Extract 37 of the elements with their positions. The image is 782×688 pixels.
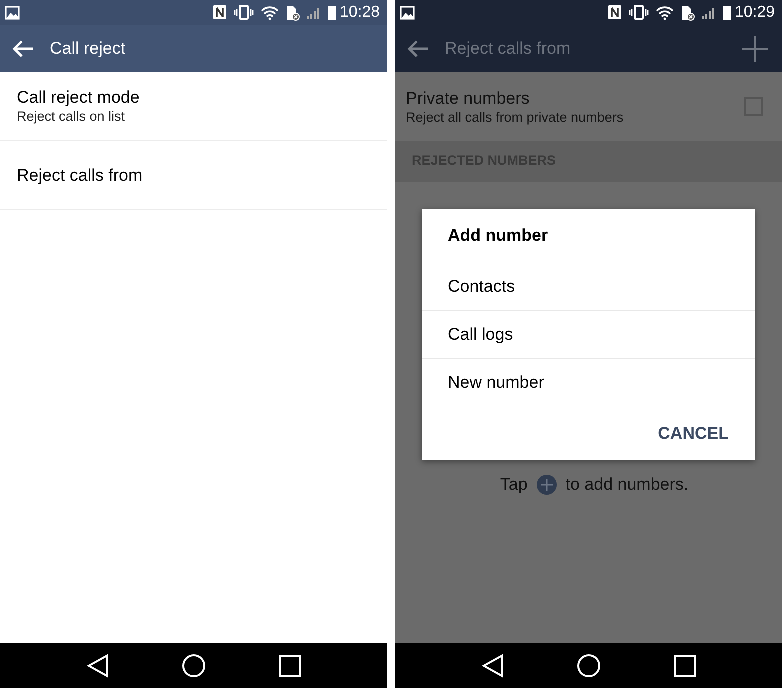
- image-icon: [5, 6, 20, 20]
- sim-card-icon: [680, 4, 695, 20]
- nfc-icon: [212, 5, 227, 20]
- clock: 10:29: [734, 4, 775, 20]
- clock: 10:28: [340, 4, 380, 20]
- back-arrow-icon[interactable]: [407, 40, 429, 58]
- hint-text: to add numbers.: [566, 474, 689, 496]
- toolbar-title: Reject calls from: [445, 38, 572, 60]
- back-nav-icon[interactable]: [482, 654, 504, 678]
- settings-item[interactable]: Private numbers Reject all calls from private numbers: [395, 72, 782, 141]
- cancel-button[interactable]: CANCEL: [658, 420, 729, 446]
- wifi-icon: [656, 6, 674, 20]
- settings-item[interactable]: Call reject mode Reject calls on list: [0, 72, 387, 141]
- add-circle-icon: [536, 474, 557, 495]
- home-icon[interactable]: [576, 654, 600, 678]
- nfc-icon: [608, 5, 622, 20]
- image-icon: [400, 6, 415, 20]
- recents-icon[interactable]: [278, 654, 300, 676]
- battery-icon: [722, 5, 731, 20]
- recents-icon[interactable]: [674, 654, 696, 676]
- add-icon[interactable]: [742, 36, 768, 62]
- hint-text: Tap: [500, 474, 528, 496]
- battery-icon: [328, 5, 336, 20]
- toolbar-title: Call reject: [50, 38, 127, 60]
- home-icon[interactable]: [182, 654, 206, 678]
- vibrate-icon: [234, 5, 254, 20]
- dialog-option[interactable]: Call logs: [422, 311, 755, 359]
- dialog-option[interactable]: New number: [422, 359, 755, 407]
- settings-item[interactable]: Reject calls from: [0, 141, 387, 210]
- back-nav-icon[interactable]: [86, 654, 108, 678]
- sim-card-icon: [286, 4, 300, 20]
- wifi-icon: [260, 6, 279, 20]
- signal-icon: [702, 6, 716, 20]
- dialog-option[interactable]: Contacts: [422, 263, 755, 311]
- vibrate-icon: [628, 5, 649, 20]
- signal-icon: [306, 6, 321, 20]
- dialog-title: Add number: [447, 225, 550, 248]
